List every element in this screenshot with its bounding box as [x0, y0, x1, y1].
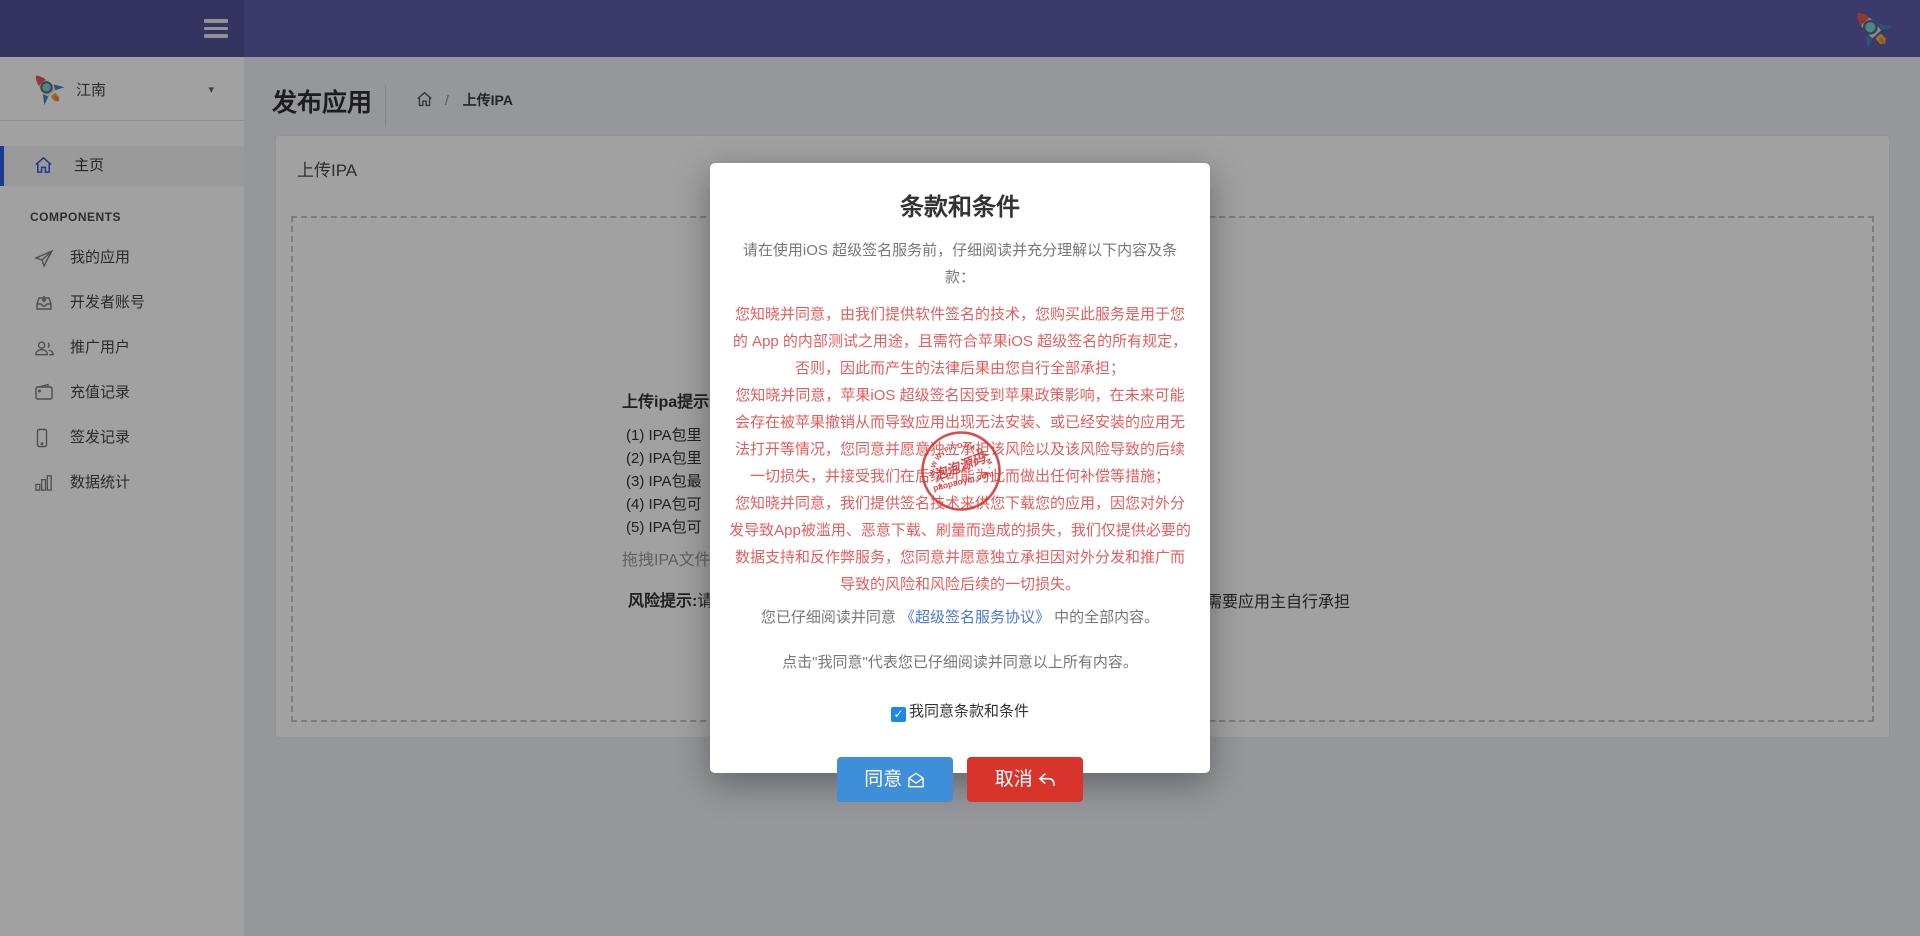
agree-checkbox[interactable]: ✓ — [891, 707, 906, 722]
agreement-prefix: 您已仔细阅读并同意 — [761, 609, 900, 626]
agree-button[interactable]: 同意 — [837, 757, 953, 802]
reply-arrow-icon — [1038, 772, 1056, 788]
agree-check-row: ✓我同意条款和条件 — [728, 700, 1192, 722]
service-agreement-link[interactable]: 《超级签名服务协议》 — [900, 609, 1050, 626]
agree-checkbox-label: 我同意条款和条件 — [909, 703, 1029, 720]
envelope-open-icon — [907, 772, 925, 788]
agreement-suffix: 中的全部内容。 — [1050, 609, 1159, 626]
cancel-button-label: 取消 — [995, 769, 1033, 790]
modal-intro: 请在使用iOS 超级签名服务前，仔细阅读并充分理解以下内容及条款： — [728, 237, 1192, 291]
modal-term-1: 您知晓并同意，由我们提供软件签名的技术，您购买此服务是用于您的 App 的内部测… — [728, 301, 1192, 382]
agree-button-label: 同意 — [864, 769, 902, 790]
modal-term-3: 您知晓并同意，我们提供签名技术来供您下载您的应用，因您对外分发导致App被滥用、… — [728, 490, 1192, 598]
modal-click-note: 点击"我同意"代表您已仔细阅读并同意以上所有内容。 — [728, 649, 1192, 676]
terms-modal: 条款和条件 请在使用iOS 超级签名服务前，仔细阅读并充分理解以下内容及条款： … — [710, 163, 1210, 773]
cancel-button[interactable]: 取消 — [967, 757, 1083, 802]
modal-agreement-line: 您已仔细阅读并同意 《超级签名服务协议》 中的全部内容。 — [728, 604, 1192, 631]
modal-buttons: 同意 取消 — [728, 757, 1192, 802]
modal-title: 条款和条件 — [728, 193, 1192, 223]
modal-term-2: 您知晓并同意，苹果iOS 超级签名因受到苹果政策影响，在未来可能会存在被苹果撤销… — [728, 382, 1192, 490]
